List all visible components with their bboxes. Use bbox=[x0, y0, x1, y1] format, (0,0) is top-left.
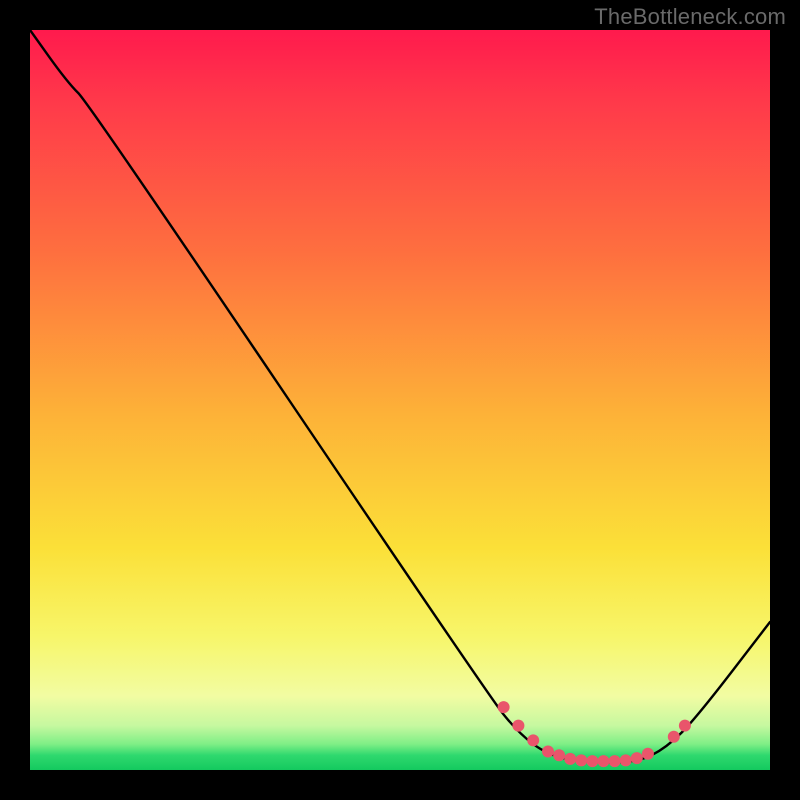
curve-marker bbox=[598, 755, 610, 767]
curve-marker bbox=[642, 748, 654, 760]
curve-marker bbox=[564, 753, 576, 765]
curve-marker bbox=[679, 720, 691, 732]
curve-svg bbox=[30, 30, 770, 770]
curve-marker bbox=[631, 752, 643, 764]
chart-frame: TheBottleneck.com bbox=[0, 0, 800, 800]
curve-marker bbox=[498, 701, 510, 713]
curve-marker bbox=[553, 749, 565, 761]
curve-marker bbox=[512, 720, 524, 732]
curve-marker bbox=[586, 755, 598, 767]
curve-marker bbox=[575, 754, 587, 766]
watermark-text: TheBottleneck.com bbox=[594, 4, 786, 30]
curve-marker bbox=[668, 731, 680, 743]
plot-area bbox=[30, 30, 770, 770]
curve-marker bbox=[609, 755, 621, 767]
curve-marker bbox=[527, 734, 539, 746]
bottleneck-curve bbox=[30, 30, 770, 763]
marker-group bbox=[498, 701, 691, 767]
curve-marker bbox=[542, 746, 554, 758]
curve-marker bbox=[620, 754, 632, 766]
